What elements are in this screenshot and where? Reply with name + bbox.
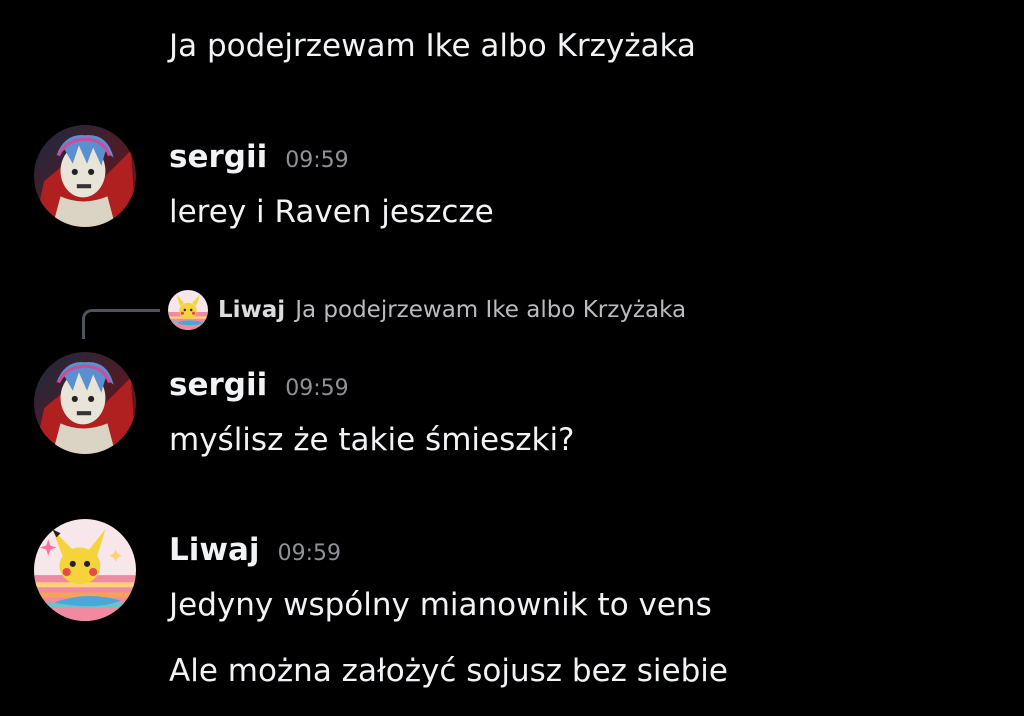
timestamp: 09:59 [285,376,349,401]
chat-message-list: Ja podejrzewam Ike albo Krzyżaka sergii … [0,0,1024,716]
message-text: Ale można założyć sojusz bez siebie [169,653,728,689]
message-header: sergii 09:59 [169,137,349,181]
message-text: Jedyny wspólny mianownik to vens [169,587,712,623]
message-text: lerey i Raven jeszcze [169,194,494,230]
message-header: sergii 09:59 [169,365,349,409]
message-text: Ja podejrzewam Ike albo Krzyżaka [169,28,696,64]
reply-spine [82,309,160,339]
username[interactable]: sergii [169,365,267,405]
reply-reference[interactable]: Liwaj Ja podejrzewam Ike albo Krzyżaka [168,290,686,330]
message-text: myślisz że takie śmieszki? [169,422,575,458]
username[interactable]: sergii [169,137,267,177]
timestamp: 09:59 [277,541,341,566]
username[interactable]: Liwaj [169,530,260,570]
message-header: Liwaj 09:59 [169,530,341,574]
reply-avatar [168,290,208,330]
user-avatar[interactable] [34,352,136,454]
user-avatar[interactable] [34,519,136,621]
timestamp: 09:59 [285,148,349,173]
reply-text[interactable]: Ja podejrzewam Ike albo Krzyżaka [295,297,686,323]
reply-username[interactable]: Liwaj [218,297,285,323]
user-avatar[interactable] [34,125,136,227]
